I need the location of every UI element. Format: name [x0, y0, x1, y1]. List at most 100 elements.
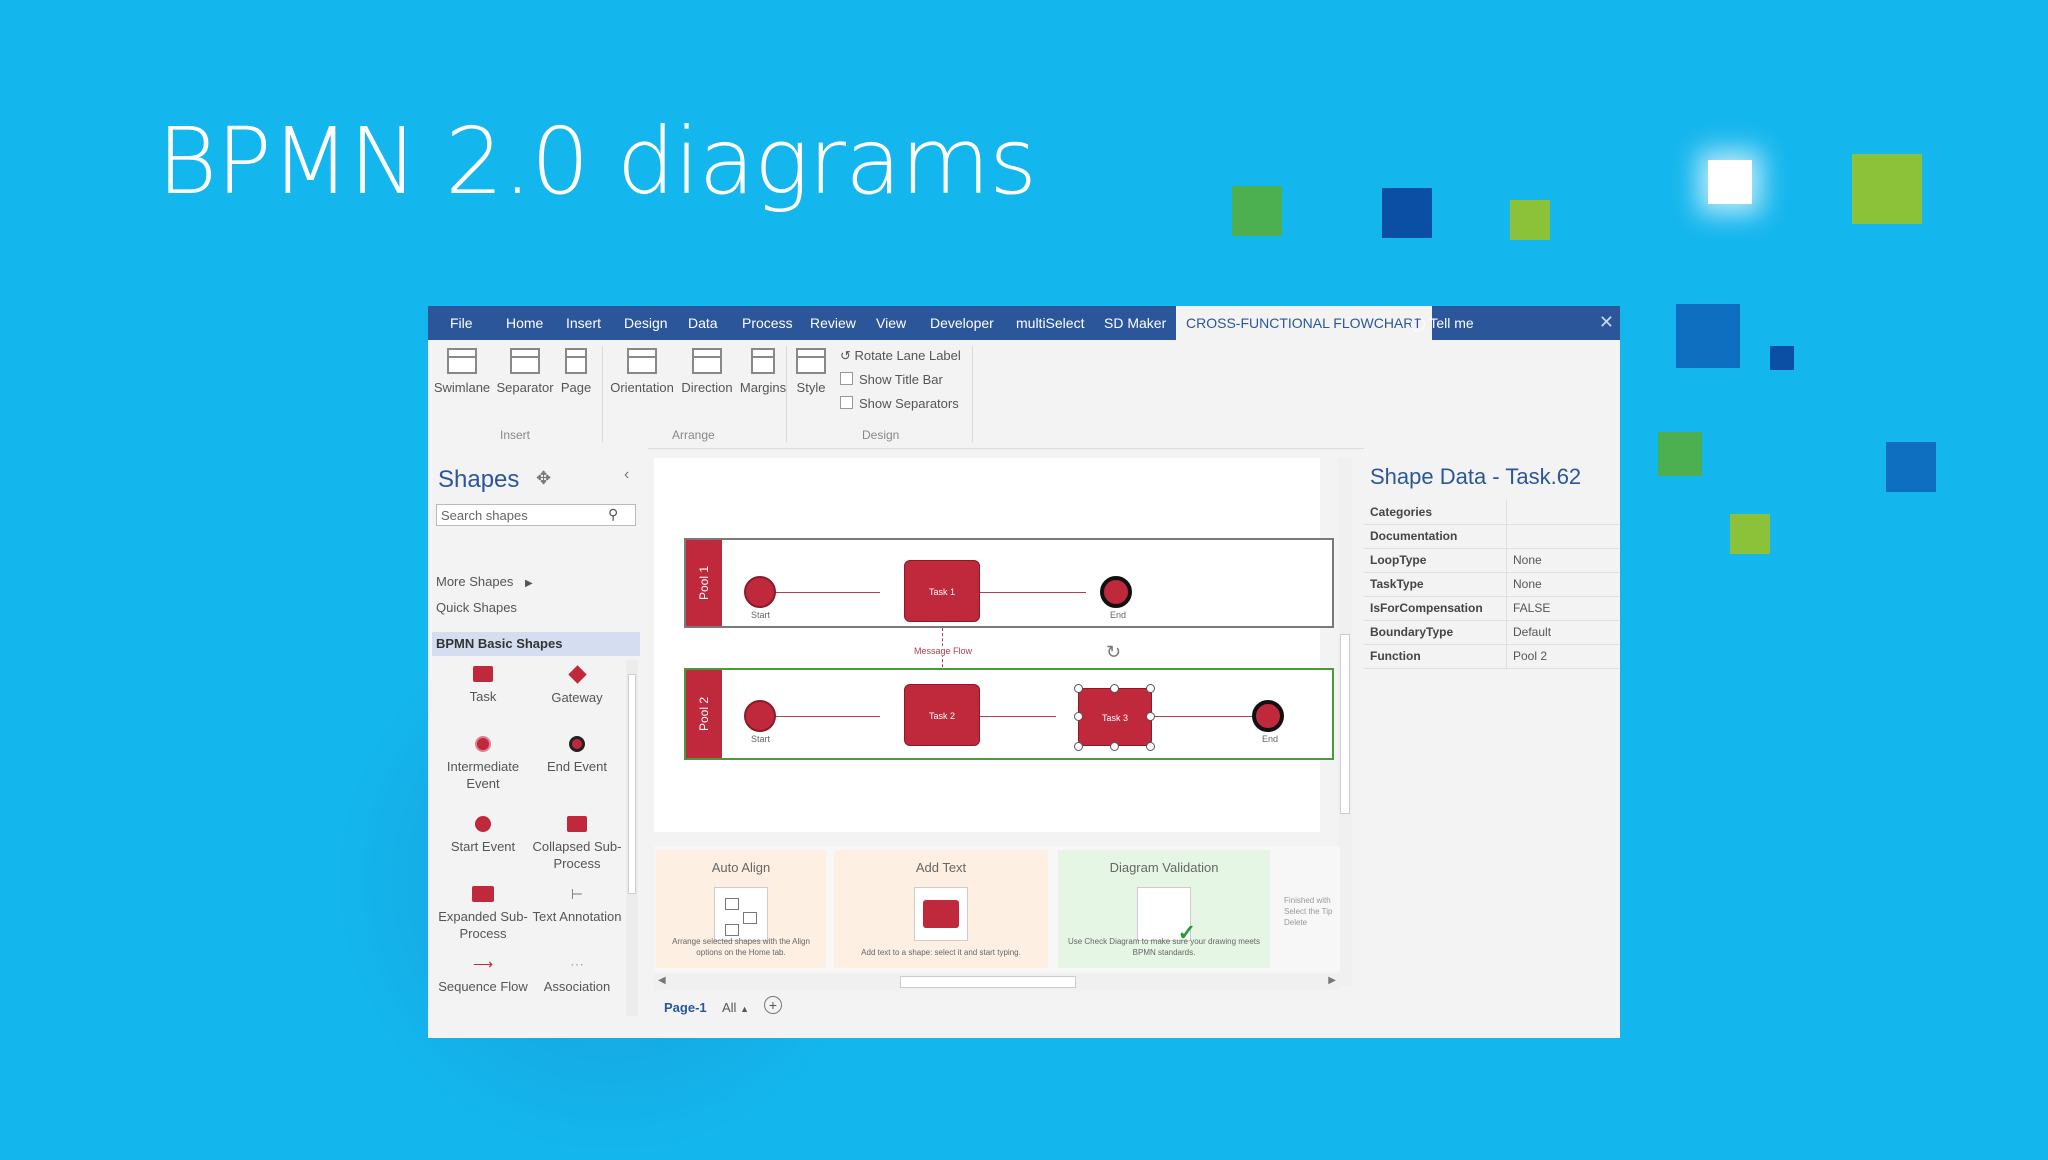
drawing-canvas[interactable]: Pool 1 Start Task 1 End Message Flow Poo… — [654, 458, 1334, 832]
add-text-icon — [914, 887, 968, 941]
move-icon[interactable]: ✥ — [536, 468, 551, 489]
shape-data-row[interactable]: BoundaryType Default — [1364, 620, 1620, 645]
scrollbar-thumb[interactable] — [1340, 634, 1350, 814]
resize-handle[interactable] — [1146, 712, 1155, 721]
quick-shapes-link[interactable]: Quick Shapes — [436, 600, 517, 615]
shape-data-row[interactable]: Categories — [1364, 500, 1620, 525]
property-value[interactable]: Default — [1506, 620, 1551, 644]
shape-data-row[interactable]: Function Pool 2 — [1364, 644, 1620, 669]
stencil-end-event[interactable]: End Event — [532, 736, 622, 775]
pool-2-header[interactable]: Pool 2 — [686, 670, 722, 758]
end-event[interactable] — [1100, 576, 1132, 608]
tab-review[interactable]: Review — [810, 306, 856, 340]
pool-2[interactable]: Pool 2 — [684, 668, 1334, 760]
more-shapes-link[interactable]: More Shapes ▶ — [436, 574, 533, 589]
style-button[interactable]: Style — [790, 348, 832, 395]
deco-square — [1676, 304, 1740, 368]
search-icon[interactable]: ⚲ — [608, 506, 618, 523]
task-icon — [473, 666, 493, 682]
resize-handle[interactable] — [1146, 684, 1155, 693]
pool-1[interactable]: Pool 1 — [684, 538, 1334, 628]
tab-process[interactable]: Process — [742, 306, 793, 340]
canvas-vertical-scrollbar[interactable] — [1338, 458, 1352, 986]
show-separators-checkbox[interactable]: Show Separators — [840, 396, 959, 411]
scrollbar-thumb[interactable] — [628, 674, 636, 894]
stencil-intermediate-event[interactable]: Intermediate Event — [438, 736, 528, 792]
sequence-flow[interactable] — [760, 592, 880, 593]
resize-handle[interactable] — [1074, 742, 1083, 751]
scroll-right-icon[interactable]: ▶ — [1328, 975, 1336, 986]
shape-data-row[interactable]: IsForCompensation FALSE — [1364, 596, 1620, 621]
page-tab-bar: Page-1 All ▲ + — [654, 994, 1340, 1024]
scroll-left-icon[interactable]: ◀ — [658, 975, 666, 986]
resize-handle[interactable] — [1146, 742, 1155, 751]
stencil-text-annotation[interactable]: ⊢ Text Annotation — [532, 886, 622, 925]
property-value[interactable]: FALSE — [1506, 596, 1550, 620]
shape-data-row[interactable]: LoopType None — [1364, 548, 1620, 573]
tab-insert[interactable]: Insert — [566, 306, 601, 340]
orientation-button[interactable]: Orientation — [606, 348, 678, 395]
property-value[interactable] — [1506, 500, 1513, 524]
tip-card-diagram-validation[interactable]: Diagram Validation ✓ Use Check Diagram t… — [1058, 850, 1270, 968]
property-value[interactable]: None — [1506, 572, 1542, 596]
rotate-handle-icon[interactable]: ↻ — [1106, 642, 1121, 663]
property-value[interactable]: None — [1506, 548, 1542, 572]
shapes-scrollbar[interactable] — [626, 660, 638, 1016]
tab-file[interactable]: File — [450, 306, 473, 340]
pool-1-header[interactable]: Pool 1 — [686, 540, 722, 626]
tab-multiselect[interactable]: multiSelect — [1016, 306, 1084, 340]
task-1[interactable]: Task 1 — [904, 560, 980, 622]
stencil-gateway[interactable]: Gateway — [532, 665, 622, 706]
property-value[interactable] — [1506, 524, 1513, 548]
all-pages-button[interactable]: All ▲ — [722, 1000, 749, 1015]
tip-card-auto-align[interactable]: Auto Align Arrange selected shapes with … — [656, 850, 826, 968]
stencil-association[interactable]: ⋯ Association — [532, 956, 622, 995]
task-2[interactable]: Task 2 — [904, 684, 980, 746]
tab-developer[interactable]: Developer — [930, 306, 994, 340]
task-3-selected[interactable]: Task 3 — [1078, 688, 1152, 746]
resize-handle[interactable] — [1110, 684, 1119, 693]
margins-button[interactable]: Margins — [734, 348, 792, 395]
stencil-task[interactable]: Task — [438, 666, 528, 705]
close-icon[interactable]: ✕ — [1599, 312, 1614, 333]
shape-data-row[interactable]: Documentation — [1364, 524, 1620, 549]
resize-handle[interactable] — [1074, 712, 1083, 721]
tip-card-add-text[interactable]: Add Text Add text to a shape: select it … — [834, 850, 1048, 968]
search-shapes-input[interactable]: Search shapes — [436, 504, 636, 526]
canvas-horizontal-scrollbar[interactable]: ◀ ▶ — [654, 974, 1340, 990]
add-page-icon[interactable]: + — [764, 996, 782, 1014]
tab-design[interactable]: Design — [624, 306, 668, 340]
bpmn-basic-shapes-stencil[interactable]: BPMN Basic Shapes — [432, 632, 640, 656]
tab-data[interactable]: Data — [688, 306, 718, 340]
shape-data-row[interactable]: TaskType None — [1364, 572, 1620, 597]
direction-button[interactable]: Direction — [676, 348, 738, 395]
collapse-panel-icon[interactable]: ‹ — [624, 466, 629, 484]
stencil-expanded-subprocess[interactable]: Expanded Sub-Process — [438, 886, 528, 942]
rotate-lane-label-button[interactable]: ↺ Rotate Lane Label — [840, 348, 961, 364]
start-event[interactable] — [744, 576, 776, 608]
tab-sd-maker[interactable]: SD Maker — [1104, 306, 1166, 340]
swimlane-button[interactable]: Swimlane — [432, 348, 492, 395]
sequence-flow[interactable] — [760, 716, 880, 717]
property-value[interactable]: Pool 2 — [1506, 644, 1547, 668]
tell-me-search[interactable]: ◯ Tell me — [1410, 306, 1474, 340]
sequence-flow[interactable] — [1140, 716, 1252, 717]
stencil-sequence-flow[interactable]: ⟶ Sequence Flow — [438, 956, 528, 995]
tab-cross-functional-flowchart[interactable]: CROSS-FUNCTIONAL FLOWCHART — [1176, 306, 1432, 340]
separator-button[interactable]: Separator — [492, 348, 558, 395]
tab-view[interactable]: View — [876, 306, 906, 340]
start-event[interactable] — [744, 700, 776, 732]
stencil-collapsed-subprocess[interactable]: Collapsed Sub-Process — [532, 816, 622, 872]
resize-handle[interactable] — [1074, 684, 1083, 693]
page-button[interactable]: Page — [558, 348, 594, 395]
tab-home[interactable]: Home — [506, 306, 543, 340]
scrollbar-thumb[interactable] — [900, 976, 1076, 988]
page-tab-page-1[interactable]: Page-1 — [664, 1000, 707, 1015]
stencil-start-event[interactable]: Start Event — [438, 816, 528, 855]
resize-handle[interactable] — [1110, 742, 1119, 751]
style-icon — [796, 348, 826, 374]
tip-card-partial[interactable]: Finished with Select the Tip Delete — [1278, 850, 1340, 968]
tip-title: Add Text — [915, 860, 967, 875]
show-title-bar-checkbox[interactable]: Show Title Bar — [840, 372, 943, 387]
end-event[interactable] — [1252, 700, 1284, 732]
